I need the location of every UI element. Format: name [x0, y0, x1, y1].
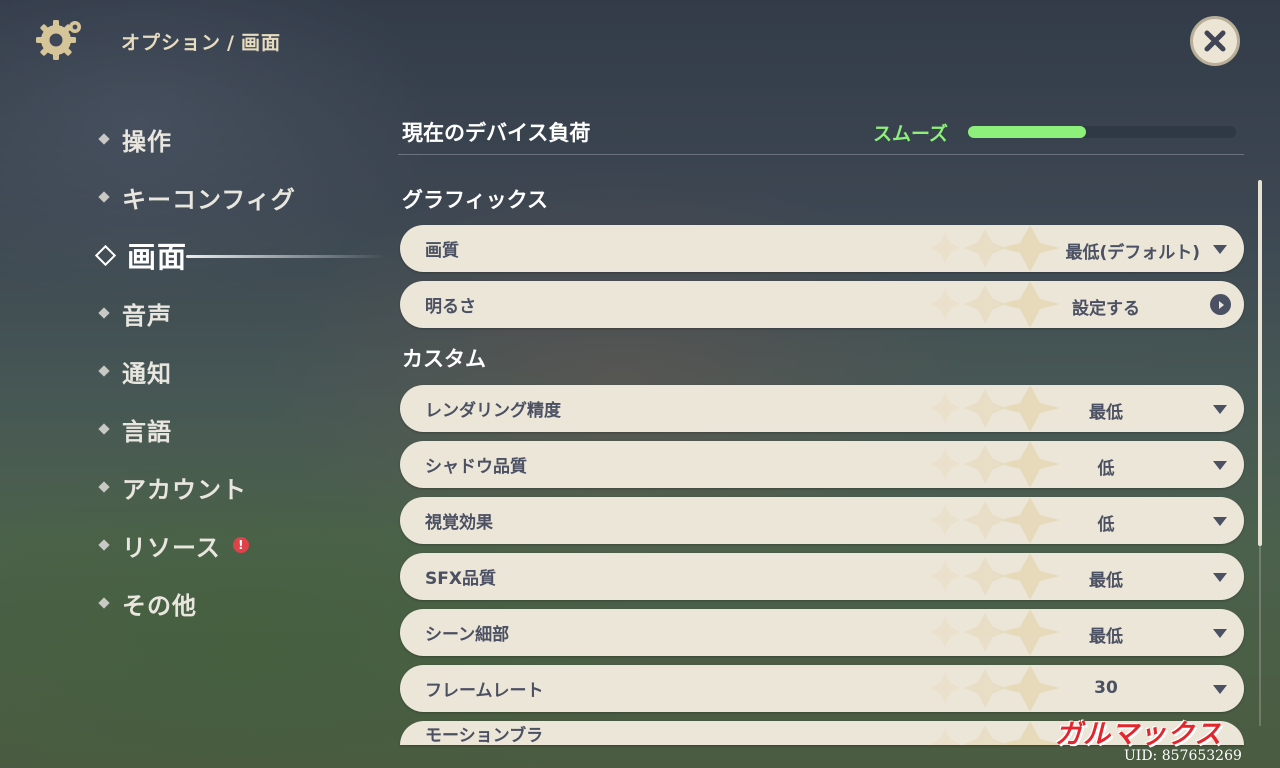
sidebar-item-label: リソース	[122, 533, 221, 562]
sidebar-item-label: 操作	[122, 127, 172, 156]
setting-name: フレームレート	[425, 681, 544, 701]
uid-label: UID: 857653269	[1124, 748, 1242, 764]
section-title-custom: カスタム	[402, 347, 486, 371]
setting-value: 30	[1094, 678, 1118, 698]
alert-badge-icon: !	[232, 537, 249, 553]
device-load-title: 現在のデバイス負荷	[402, 121, 591, 145]
diamond-bullet-icon	[98, 539, 110, 551]
diamond-bullet-icon	[98, 307, 110, 319]
breadcrumb-separator: /	[227, 32, 235, 54]
device-load-fill	[968, 126, 1086, 138]
setting-name: 視覚効果	[425, 513, 493, 533]
setting-value: 最低	[1089, 571, 1123, 591]
section-title-graphics: グラフィックス	[402, 188, 548, 212]
watermark-logo: ガルマックス	[1055, 719, 1223, 750]
row-quality[interactable]: 画質 最低(デフォルト)	[400, 225, 1244, 272]
diamond-bullet-icon	[98, 133, 110, 145]
row-shadow-quality[interactable]: シャドウ品質 低	[400, 441, 1244, 488]
row-visual-effects[interactable]: 視覚効果 低	[400, 497, 1244, 544]
breadcrumb-current: 画面	[240, 32, 281, 54]
scrollbar-track[interactable]	[1259, 546, 1261, 726]
close-button[interactable]	[1190, 16, 1240, 66]
sidebar-item-label: 言語	[122, 417, 172, 446]
sidebar-item-label: その他	[122, 591, 197, 620]
setting-name: SFX品質	[425, 569, 496, 589]
setting-value: 最低	[1089, 403, 1123, 423]
row-brightness[interactable]: 明るさ 設定する	[400, 281, 1244, 328]
sidebar-item-controls[interactable]: 操作	[96, 110, 346, 168]
sidebar-item-other[interactable]: その他	[96, 574, 346, 632]
diamond-bullet-icon	[98, 597, 110, 609]
dropdown-arrow-icon	[1213, 517, 1227, 526]
setting-name: シーン細部	[425, 625, 510, 645]
row-scene-detail[interactable]: シーン細部 最低	[400, 609, 1244, 656]
scrollbar-thumb[interactable]	[1258, 180, 1262, 546]
dropdown-arrow-icon	[1213, 573, 1227, 582]
dropdown-arrow-icon	[1213, 629, 1227, 638]
row-render-resolution[interactable]: レンダリング精度 最低	[400, 385, 1244, 432]
gear-icon	[36, 20, 81, 60]
options-sidebar: 操作 キーコンフィグ 画面 音声 通知 言語 アカウント リソース ! その他	[94, 110, 386, 632]
device-load-bar	[968, 126, 1236, 138]
setting-value: 設定する	[1072, 299, 1140, 319]
setting-value: 最低	[1089, 627, 1123, 647]
diamond-bullet-icon	[98, 191, 110, 203]
diamond-bullet-icon	[98, 365, 110, 377]
dropdown-arrow-icon	[1213, 461, 1227, 470]
setting-value: 低	[1097, 515, 1115, 535]
setting-name: 画質	[425, 241, 459, 261]
setting-value: 最低(デフォルト)	[1065, 243, 1200, 263]
diamond-bullet-icon	[98, 423, 110, 435]
sidebar-item-resources[interactable]: リソース !	[96, 516, 346, 574]
sidebar-item-audio[interactable]: 音声	[96, 284, 346, 342]
sidebar-item-label: 画面	[127, 240, 188, 274]
device-load-status: スムーズ	[873, 123, 949, 145]
diamond-bullet-icon	[98, 481, 110, 493]
sidebar-item-label: 通知	[122, 359, 172, 388]
sidebar-item-language[interactable]: 言語	[96, 400, 346, 458]
sidebar-item-key-config[interactable]: キーコンフィグ	[96, 168, 346, 226]
setting-name: モーションブラ	[425, 725, 544, 746]
breadcrumb: オプション / 画面	[121, 28, 281, 55]
setting-value: 低	[1097, 459, 1115, 479]
row-frame-rate[interactable]: フレームレート 30	[400, 665, 1244, 712]
sidebar-item-label: アカウント	[122, 475, 247, 504]
dropdown-arrow-icon	[1213, 685, 1227, 694]
setting-name: レンダリング精度	[425, 401, 561, 421]
dropdown-arrow-icon	[1213, 405, 1227, 414]
diamond-bullet-icon	[94, 244, 117, 266]
sidebar-item-notifications[interactable]: 通知	[96, 342, 346, 400]
setting-name: 明るさ	[425, 297, 476, 317]
sidebar-item-label: キーコンフィグ	[122, 185, 296, 214]
sidebar-item-account[interactable]: アカウント	[96, 458, 346, 516]
dropdown-arrow-icon	[1213, 245, 1227, 254]
sidebar-item-display[interactable]: 画面	[94, 226, 386, 284]
breadcrumb-parent: オプション	[121, 32, 222, 54]
close-icon	[1204, 30, 1226, 52]
sidebar-item-label: 音声	[122, 301, 172, 330]
row-sfx-quality[interactable]: SFX品質 最低	[400, 553, 1244, 600]
setting-name: シャドウ品質	[425, 457, 527, 477]
play-arrow-icon	[1210, 294, 1231, 315]
divider	[398, 154, 1244, 155]
